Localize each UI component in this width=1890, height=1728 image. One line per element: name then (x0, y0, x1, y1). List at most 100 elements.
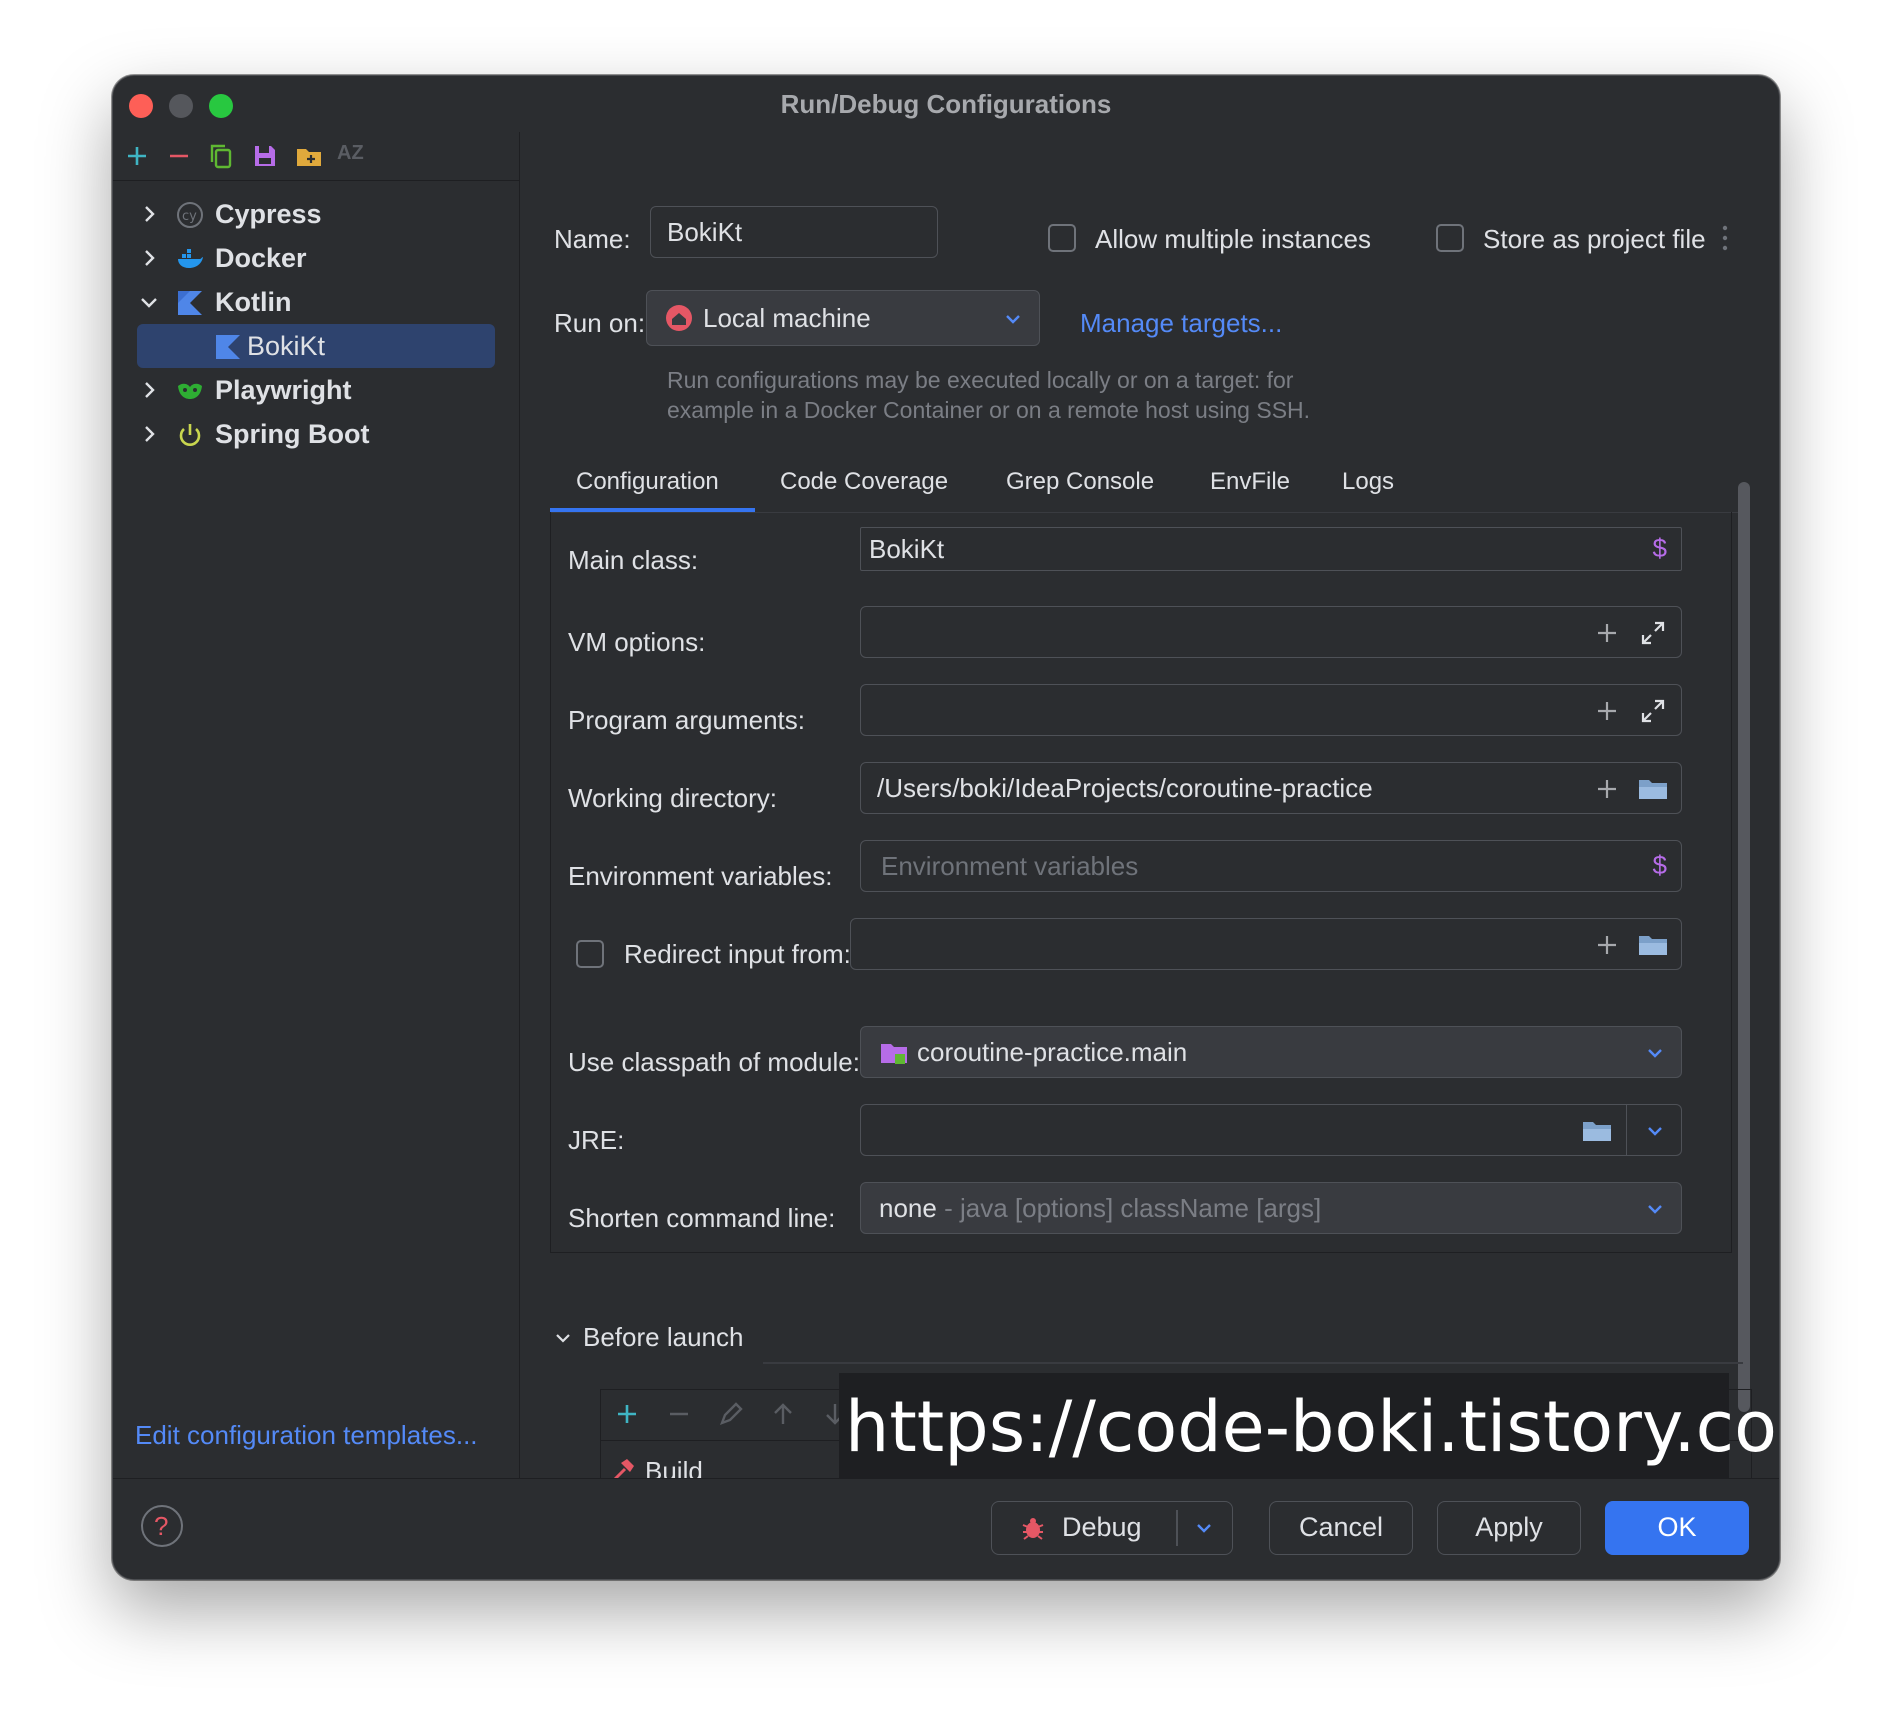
environment-variables-input[interactable]: Environment variables $ (860, 840, 1682, 892)
allow-multiple-label: Allow multiple instances (1095, 224, 1372, 254)
tab-grep-console[interactable]: Grep Console (1006, 468, 1154, 496)
tab-code-coverage[interactable]: Code Coverage (780, 468, 948, 496)
tree-item-label: Docker (215, 243, 307, 273)
add-icon[interactable] (1593, 931, 1621, 959)
folder-icon[interactable] (1637, 931, 1669, 959)
folder-add-icon[interactable] (293, 140, 325, 172)
docker-icon (178, 249, 203, 268)
add-icon[interactable] (1593, 697, 1621, 725)
move-up-icon[interactable] (769, 1400, 797, 1428)
tab-configuration[interactable]: Configuration (576, 468, 719, 496)
sidebar-toolbar: AZ (113, 132, 519, 181)
name-label: Name: (554, 224, 631, 254)
chevron-right-icon[interactable] (137, 378, 161, 402)
debug-split-button[interactable]: Debug (991, 1501, 1233, 1555)
title-bar: Run/Debug Configurations (113, 76, 1779, 132)
jre-divider (1625, 1105, 1627, 1155)
home-icon (666, 305, 692, 331)
add-icon[interactable] (1593, 775, 1621, 803)
dialog-footer: ? Debug Cancel Apply OK (113, 1478, 1779, 1579)
save-icon[interactable] (249, 140, 281, 172)
tree-item-docker[interactable]: Docker (113, 236, 519, 280)
ok-button[interactable]: OK (1605, 1501, 1749, 1555)
macro-icon[interactable]: $ (1653, 850, 1667, 881)
before-launch-title: Before launch (583, 1322, 744, 1352)
classpath-module-select[interactable]: coroutine-practice.main (860, 1026, 1682, 1078)
run-on-value: Local machine (703, 303, 871, 333)
folder-icon[interactable] (1637, 775, 1669, 803)
tree-item-cypress[interactable]: cy Cypress (113, 192, 519, 236)
run-on-hint-line2: example in a Docker Container or on a re… (667, 397, 1311, 423)
manage-targets-link[interactable]: Manage targets... (1080, 308, 1282, 339)
help-icon: ? (154, 1511, 169, 1541)
watermark-url: https://code-boki.tistory.com (839, 1373, 1779, 1481)
allow-multiple-checkbox[interactable] (1048, 224, 1076, 252)
folder-icon[interactable] (1581, 1117, 1613, 1145)
tree-item-label: Kotlin (215, 287, 292, 317)
program-arguments-label: Program arguments: (568, 705, 805, 735)
run-on-hint-line1: Run configurations may be executed local… (667, 367, 1294, 393)
main-class-value: BokiKt (869, 534, 945, 564)
run-on-label: Run on: (554, 308, 646, 338)
tree-item-kotlin[interactable]: Kotlin (113, 280, 519, 324)
tree-item-spring-boot[interactable]: Spring Boot (113, 412, 519, 456)
more-options-icon[interactable] (1720, 224, 1730, 252)
main-class-input[interactable]: BokiKt $ (860, 527, 1682, 571)
copy-icon[interactable] (205, 140, 237, 172)
store-as-project-checkbox[interactable] (1436, 224, 1464, 252)
chevron-right-icon[interactable] (137, 422, 161, 446)
tab-logs[interactable]: Logs (1342, 468, 1394, 496)
expand-icon[interactable] (1639, 619, 1667, 647)
vm-options-input[interactable] (860, 606, 1682, 658)
edit-templates-link[interactable]: Edit configuration templates... (135, 1420, 478, 1451)
chevron-down-icon[interactable] (1645, 1121, 1665, 1141)
add-icon[interactable] (1593, 619, 1621, 647)
tree-item-bokikt[interactable]: BokiKt (137, 324, 495, 368)
apply-button[interactable]: Apply (1437, 1501, 1581, 1555)
add-icon[interactable] (121, 140, 153, 172)
kotlin-icon (178, 291, 202, 315)
tab-envfile[interactable]: EnvFile (1210, 468, 1290, 496)
cancel-button[interactable]: Cancel (1269, 1501, 1413, 1555)
name-input[interactable]: BokiKt (650, 206, 938, 258)
chevron-down-icon[interactable] (137, 290, 161, 314)
remove-icon[interactable] (665, 1400, 693, 1428)
redirect-input-field[interactable] (850, 918, 1682, 970)
chevron-down-icon (1648, 1049, 1662, 1058)
redirect-input-checkbox[interactable] (576, 940, 604, 968)
chevron-right-icon[interactable] (137, 202, 161, 226)
edit-icon[interactable] (717, 1400, 745, 1428)
bug-icon (1022, 1518, 1044, 1540)
jre-label: JRE: (568, 1125, 625, 1155)
chevron-right-icon[interactable] (137, 246, 161, 270)
add-icon[interactable] (613, 1400, 641, 1428)
tree-item-label: Cypress (215, 199, 322, 229)
expand-icon[interactable] (1639, 697, 1667, 725)
remove-icon[interactable] (163, 140, 195, 172)
shorten-value: none - java [options] className [args] (879, 1193, 1322, 1223)
window-title: Run/Debug Configurations (780, 89, 1112, 119)
program-arguments-input[interactable] (860, 684, 1682, 736)
environment-variables-label: Environment variables: (568, 861, 833, 891)
debug-label: Debug (1062, 1512, 1142, 1542)
chevron-down-icon[interactable] (1194, 1518, 1214, 1538)
kotlin-file-icon (216, 335, 240, 359)
sort-az-icon[interactable]: AZ (337, 142, 369, 174)
configuration-editor: Name: BokiKt Allow multiple instances St… (520, 132, 1779, 1479)
svg-text:cy: cy (182, 209, 197, 224)
tree-item-playwright[interactable]: Playwright (113, 368, 519, 412)
tree-item-label: Spring Boot (215, 419, 370, 449)
working-directory-input[interactable]: /Users/boki/IdeaProjects/coroutine-pract… (860, 762, 1682, 814)
shorten-command-line-select[interactable]: none - java [options] className [args] (860, 1182, 1682, 1234)
jre-input[interactable] (860, 1104, 1682, 1156)
tab-bar: Configuration Code Coverage Grep Console… (550, 462, 1739, 513)
module-folder-icon (881, 1044, 907, 1064)
chevron-down-icon (1648, 1205, 1662, 1214)
help-button[interactable]: ? (141, 1505, 183, 1547)
main-class-label: Main class: (568, 545, 699, 575)
store-as-project-label: Store as project file (1483, 224, 1706, 254)
run-on-select[interactable]: Local machine (646, 290, 1040, 346)
vertical-scrollbar[interactable] (1738, 482, 1750, 1412)
chevron-down-icon[interactable] (553, 1328, 573, 1348)
macro-icon[interactable]: $ (1653, 533, 1667, 564)
